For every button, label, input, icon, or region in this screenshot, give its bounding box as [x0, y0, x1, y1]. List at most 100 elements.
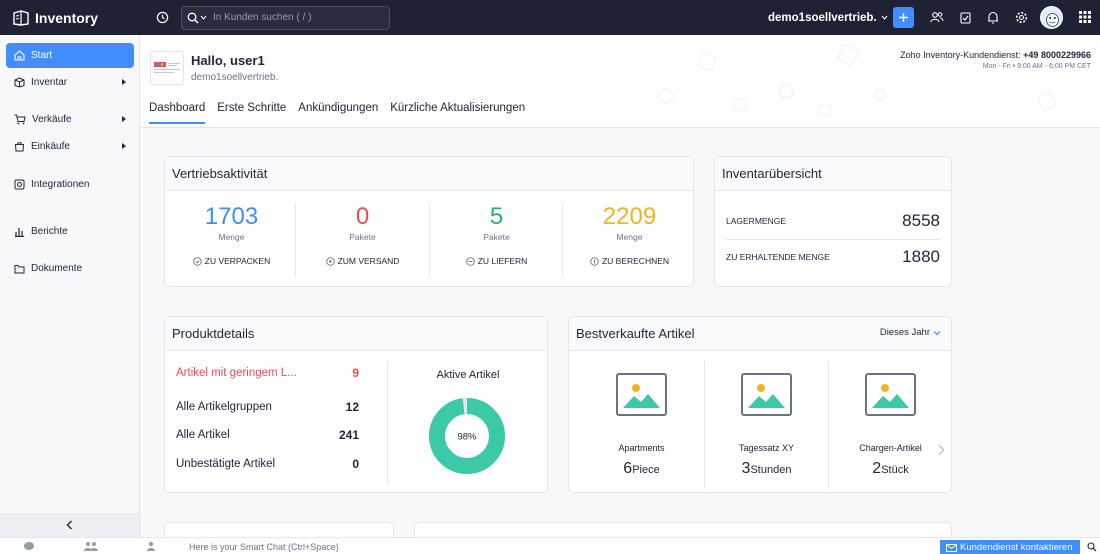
- period-dropdown[interactable]: Dieses Jahr: [880, 327, 941, 338]
- search-input[interactable]: [213, 12, 373, 23]
- sidebar-item-berichte[interactable]: Berichte: [6, 219, 134, 244]
- sidebar-item-start[interactable]: Start: [6, 43, 134, 68]
- caret-right-icon: [122, 116, 126, 122]
- sa-status: ZU VERPACKEN: [165, 256, 298, 266]
- pd-label: Artikel mit geringem L...: [176, 367, 297, 379]
- sales-activity-to-invoice[interactable]: 2209 Menge ZU BERECHNEN: [563, 203, 693, 266]
- sa-value: 0: [355, 203, 370, 230]
- tab-dashboard[interactable]: Dashboard: [149, 102, 206, 124]
- all-items-row[interactable]: Alle Artikel 241: [176, 428, 359, 442]
- sales-orders-card-partial: [414, 522, 952, 537]
- image-icon: [872, 384, 909, 408]
- item-qty: 2Stück: [872, 460, 909, 477]
- sidebar: Start Inventar Verkäufe Einkäufe Integra…: [0, 35, 140, 537]
- support-phone[interactable]: +49 8000229966: [1023, 50, 1091, 60]
- sa-value: 1703: [204, 203, 259, 230]
- inv-value: 1880: [902, 247, 940, 266]
- recent-history-button[interactable]: [152, 8, 172, 28]
- sidebar-item-label: Dokumente: [31, 263, 83, 274]
- item-name: Tagessatz XY: [738, 443, 795, 453]
- tab-getting-started[interactable]: Erste Schritte: [217, 102, 286, 124]
- top-item-chargen[interactable]: Chargen-Artikel 2Stück: [829, 364, 951, 487]
- inv-value: 8558: [902, 211, 940, 230]
- top-item-tagessatz[interactable]: Tagessatz XY 3Stunden: [705, 364, 828, 487]
- pd-label: Unbestätigte Artikel: [176, 458, 276, 470]
- invoice-circle-icon: [590, 256, 599, 266]
- referral-button[interactable]: [929, 9, 945, 25]
- box-icon: [14, 77, 25, 88]
- org-switcher[interactable]: demo1soellvertrieb.: [768, 0, 888, 35]
- brand[interactable]: Inventory: [0, 0, 140, 35]
- user-icon[interactable]: [146, 541, 156, 551]
- inventory-row-stock: LAGERMENGE 8558: [726, 211, 940, 231]
- unconfirmed-items-row[interactable]: Unbestätigte Artikel 0: [176, 457, 359, 471]
- mail-icon: [946, 543, 957, 552]
- sidebar-item-dokumente[interactable]: Dokumente: [6, 256, 134, 281]
- search-icon[interactable]: [1087, 542, 1097, 552]
- inv-label: ZU ERHALTENDE MENGE: [726, 252, 830, 262]
- sales-activity-to-pack[interactable]: 1703 Menge ZU VERPACKEN: [165, 203, 298, 266]
- sidebar-item-label: Integrationen: [31, 179, 90, 190]
- delivery-circle-icon: [465, 256, 475, 266]
- quick-create-button[interactable]: [893, 7, 914, 28]
- user-avatar-icon: [1041, 7, 1062, 28]
- main-content: Hallo, user1 demo1soellvertrieb. Zoho In…: [140, 35, 1100, 537]
- sa-unit: Menge: [616, 232, 643, 242]
- contact-support-button[interactable]: Kundendienst kontaktieren: [940, 540, 1080, 554]
- chevron-down-icon: [881, 15, 888, 20]
- settings-button[interactable]: [1013, 9, 1029, 25]
- item-image-placeholder: [616, 373, 667, 416]
- chevron-down-icon[interactable]: [200, 15, 207, 20]
- sidebar-item-verkaeufe[interactable]: Verkäufe: [6, 107, 134, 132]
- donut-label: 98%: [457, 432, 477, 443]
- low-stock-items-row[interactable]: Artikel mit geringem L... 9: [176, 366, 359, 380]
- tab-announcements[interactable]: Ankündigungen: [298, 102, 378, 124]
- bell-icon: [988, 11, 998, 24]
- item-image-placeholder: [865, 373, 916, 416]
- caret-right-icon: [122, 143, 126, 149]
- sidebar-item-integrationen[interactable]: Integrationen: [6, 172, 134, 197]
- item-groups-row[interactable]: Alle Artikelgruppen 12: [176, 400, 359, 414]
- apps-button[interactable]: [1077, 9, 1093, 25]
- divider: [726, 239, 940, 240]
- item-name: Apartments: [618, 443, 665, 453]
- sales-activity-to-deliver[interactable]: 5 Pakete ZU LIEFERN: [430, 203, 563, 266]
- sidebar-item-einkaeufe[interactable]: Einkäufe: [6, 134, 134, 159]
- pd-value: 241: [338, 428, 359, 442]
- avatar[interactable]: [1040, 6, 1063, 29]
- sidebar-item-label: Start: [31, 50, 53, 61]
- smart-chat-input[interactable]: Here is your Smart Chat (Ctrl+Space): [189, 542, 339, 552]
- sales-activity-to-ship[interactable]: 0 Pakete ZUM VERSAND: [296, 203, 429, 266]
- apps-grid-icon: [1079, 11, 1091, 23]
- tasks-button[interactable]: [957, 9, 973, 25]
- contacts-icon[interactable]: [83, 541, 99, 551]
- dashboard-tabs: Dashboard Erste Schritte Ankündigungen K…: [149, 102, 537, 124]
- card-title: Produktdetails: [165, 317, 547, 351]
- image-icon: [748, 384, 785, 408]
- pd-label: Alle Artikelgruppen: [176, 401, 272, 413]
- cart-icon: [14, 114, 26, 125]
- top-item-apartments[interactable]: Apartments 6Piece: [580, 364, 703, 487]
- home-icon: [14, 50, 25, 61]
- gear-icon: [1015, 11, 1027, 23]
- sa-unit: Pakete: [349, 232, 376, 242]
- reports-icon: [15, 228, 24, 237]
- users-icon: [930, 12, 944, 23]
- chevron-down-icon: [933, 330, 941, 335]
- chevron-right-icon[interactable]: [937, 444, 945, 456]
- plus-icon: [899, 13, 908, 22]
- app-name: Inventory: [35, 9, 99, 26]
- company-logo[interactable]: [150, 51, 184, 85]
- support-label: Zoho Inventory-Kundendienst:: [900, 50, 1021, 60]
- notifications-button[interactable]: [985, 9, 1001, 25]
- search-box[interactable]: [181, 5, 390, 30]
- sa-unit: Menge: [218, 232, 245, 242]
- collapse-sidebar-button[interactable]: [0, 513, 139, 537]
- item-qty: 6Piece: [623, 460, 660, 477]
- sa-value: 5: [489, 203, 504, 230]
- pd-value: 9: [352, 366, 359, 380]
- chat-icon[interactable]: [22, 541, 36, 551]
- tab-recent-updates[interactable]: Kürzliche Aktualisierungen: [390, 102, 525, 124]
- clipboard-check-icon: [959, 11, 971, 24]
- sidebar-item-inventar[interactable]: Inventar: [6, 70, 134, 95]
